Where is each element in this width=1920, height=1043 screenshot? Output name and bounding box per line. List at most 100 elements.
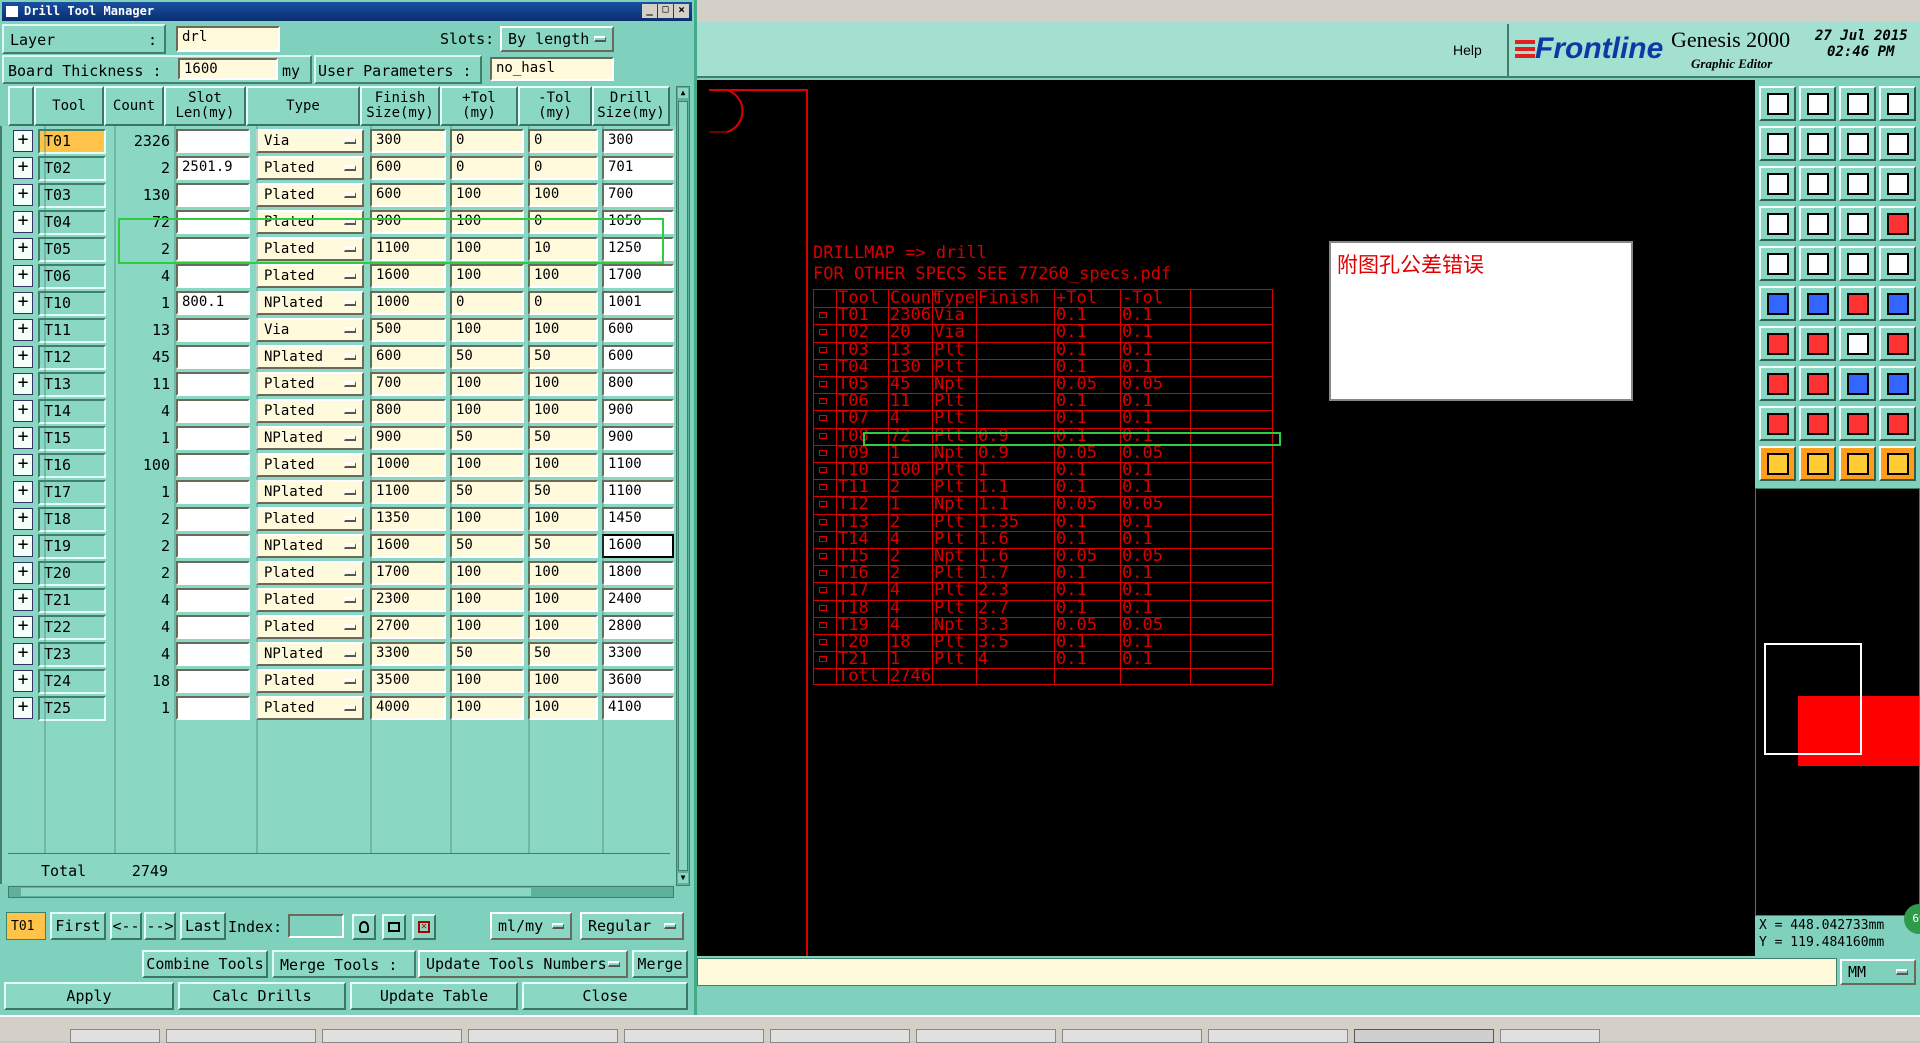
text-b-button[interactable] [1839,406,1876,441]
expand-icon[interactable]: + [13,589,33,611]
plus-tol-field[interactable]: 100 [450,318,524,342]
finish-size-field[interactable]: 800 [370,399,446,423]
hscroll-thumb[interactable] [21,888,531,896]
minus-tol-field[interactable]: 50 [528,480,598,504]
finish-size-field[interactable]: 4000 [370,696,446,720]
plus-tol-field[interactable]: 0 [450,291,524,315]
col-header-tool[interactable]: Tool [34,86,104,126]
layer-field[interactable]: drl [176,26,280,52]
drill-size-field[interactable]: 900 [602,426,674,450]
slot-len-field[interactable] [176,507,250,531]
expand-icon[interactable]: + [13,427,33,449]
drill-size-field[interactable]: 1700 [602,264,674,288]
connect-button[interactable] [1759,286,1796,321]
open-left-button[interactable] [1759,126,1796,161]
col-header-drill[interactable]: Drill Size(my) [592,86,670,126]
ruler-button[interactable] [1839,246,1876,281]
pointer-button[interactable] [1759,446,1796,481]
plus-tol-field[interactable]: 100 [450,696,524,720]
type-menu[interactable]: NPlated [256,345,364,369]
type-menu[interactable]: Plated [256,588,364,612]
col-header-count[interactable]: Count [104,86,164,126]
minus-tol-field[interactable]: 0 [528,156,598,180]
calc-drills-button[interactable]: Calc Drills [178,982,346,1010]
help-menu[interactable]: Help [1453,42,1482,58]
drill-size-field[interactable]: 3600 [602,669,674,693]
slot-len-field[interactable] [176,615,250,639]
type-menu[interactable]: NPlated [256,642,364,666]
maximize-icon[interactable]: □ [658,4,673,18]
tool-cell[interactable]: T18 [38,507,106,532]
dot-button[interactable] [1879,246,1916,281]
minus-tol-field[interactable]: 50 [528,642,598,666]
tool-cell[interactable]: T05 [38,237,106,262]
graphic-canvas[interactable]: DRILLMAP => drill FOR OTHER SPECS SEE 77… [697,80,1755,956]
slot-len-field[interactable] [176,426,250,450]
expand-icon[interactable]: + [13,319,33,341]
update-numbers-menu[interactable]: Update Tools Numbers [418,950,628,978]
line-point-button[interactable] [1879,286,1916,321]
board-thickness-field[interactable]: 1600 [178,58,278,80]
finish-size-field[interactable]: 900 [370,426,446,450]
plus-tol-field[interactable]: 50 [450,534,524,558]
slot-len-field[interactable] [176,399,250,423]
overview-panel[interactable] [1755,488,1920,916]
combine-tools-button[interactable]: Combine Tools [142,950,268,978]
type-menu[interactable]: Plated [256,507,364,531]
tool-cell[interactable]: T10 [38,291,106,316]
type-menu[interactable]: NPlated [256,291,364,315]
minus-tol-field[interactable]: 100 [528,696,598,720]
type-menu[interactable]: Plated [256,453,364,477]
tool-cell[interactable]: T24 [38,669,106,694]
slot-len-field[interactable] [176,453,250,477]
expand-icon[interactable]: + [13,157,33,179]
drill-size-field[interactable]: 1600 [602,534,674,558]
type-menu[interactable]: Plated [256,372,364,396]
drill-size-field[interactable]: 1100 [602,453,674,477]
close-button[interactable]: Close [522,982,688,1010]
plus-tol-field[interactable]: 100 [450,669,524,693]
minus-tol-field[interactable]: 100 [528,588,598,612]
triangle-button[interactable] [1759,406,1796,441]
tool-cell[interactable]: T22 [38,615,106,640]
update-table-button[interactable]: Update Table [350,982,518,1010]
unit-menu[interactable]: MM [1840,959,1916,985]
tool-cell[interactable]: T03 [38,183,106,208]
film-button[interactable] [1759,206,1796,241]
rotate-select-button[interactable] [1839,446,1876,481]
drill-size-field[interactable]: 701 [602,156,674,180]
finish-size-field[interactable]: 1000 [370,453,446,477]
expand-icon[interactable]: + [13,454,33,476]
message-bar[interactable] [697,958,1837,986]
type-menu[interactable]: Plated [256,399,364,423]
open-right-button[interactable] [1799,126,1836,161]
expand-icon[interactable]: + [13,481,33,503]
minus-tol-field[interactable]: 100 [528,372,598,396]
slot-len-field[interactable] [176,669,250,693]
tool-cell[interactable]: T17 [38,480,106,505]
minus-tol-field[interactable]: 100 [528,453,598,477]
scroll-thumb[interactable] [678,101,688,871]
minimize-icon[interactable]: _ [642,4,657,18]
save-button[interactable] [1759,86,1796,121]
type-menu[interactable]: Plated [256,696,364,720]
minus-tol-field[interactable]: 50 [528,534,598,558]
tool-cell[interactable]: T11 [38,318,106,343]
slot-len-field[interactable] [176,534,250,558]
next-button[interactable]: --> [144,912,176,940]
drill-size-field[interactable]: 1001 [602,291,674,315]
step-button[interactable] [1879,86,1916,121]
finish-size-field[interactable]: 1700 [370,561,446,585]
plus-tol-field[interactable]: 100 [450,264,524,288]
slot-len-field[interactable] [176,561,250,585]
col-header-slot-len[interactable]: Slot Len(my) [164,86,246,126]
tool-cell[interactable]: T15 [38,426,106,451]
expand-icon[interactable]: + [13,400,33,422]
split-button[interactable] [1879,326,1916,361]
arc-button[interactable] [1839,326,1876,361]
drill-size-field[interactable]: 300 [602,129,674,153]
expand-icon[interactable]: + [13,697,33,719]
expand-icon[interactable]: + [13,373,33,395]
slot-len-field[interactable] [176,588,250,612]
finish-size-field[interactable]: 2700 [370,615,446,639]
